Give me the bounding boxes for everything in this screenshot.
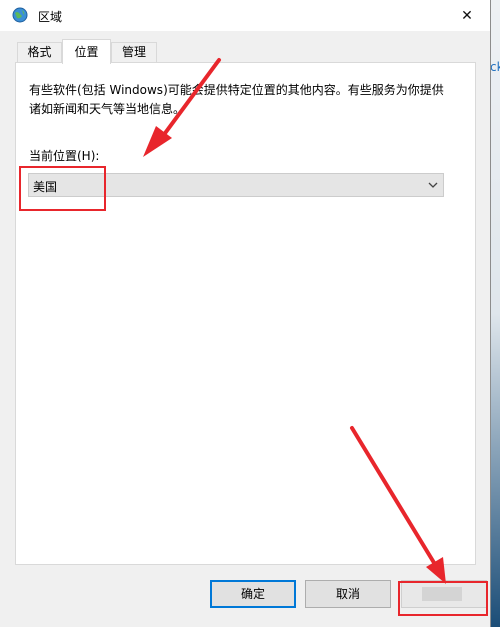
location-description: 有些软件(包括 Windows)可能会提供特定位置的其他内容。有些服务为你提供 … xyxy=(29,81,449,119)
blurred-label xyxy=(422,587,462,601)
location-panel: 有些软件(包括 Windows)可能会提供特定位置的其他内容。有些服务为你提供 … xyxy=(15,62,476,565)
current-location-select[interactable]: 美国 xyxy=(28,173,444,197)
close-icon: ✕ xyxy=(461,7,473,24)
region-dialog: 区域 ✕ 格式 位置 管理 有些软件(包括 Windows)可能会提供特定位置的… xyxy=(0,0,491,627)
chevron-down-icon xyxy=(427,179,439,191)
close-button[interactable]: ✕ xyxy=(444,0,490,31)
ok-button[interactable]: 确定 xyxy=(210,580,296,608)
description-line-2: 诸如新闻和天气等当地信息。 xyxy=(29,102,186,116)
tab-administrative[interactable]: 管理 xyxy=(111,42,157,62)
apply-button[interactable] xyxy=(401,580,487,608)
desktop-edge-text: ck xyxy=(490,60,500,74)
current-location-value: 美国 xyxy=(33,180,58,194)
tab-location[interactable]: 位置 xyxy=(62,39,111,64)
current-location-label: 当前位置(H): xyxy=(29,149,100,163)
description-line-1: 有些软件(包括 Windows)可能会提供特定位置的其他内容。有些服务为你提供 xyxy=(29,83,444,97)
window-title: 区域 xyxy=(38,10,63,24)
globe-icon xyxy=(12,7,28,23)
cancel-button[interactable]: 取消 xyxy=(305,580,391,608)
title-bar[interactable]: 区域 ✕ xyxy=(0,0,490,31)
tab-format[interactable]: 格式 xyxy=(17,42,62,62)
